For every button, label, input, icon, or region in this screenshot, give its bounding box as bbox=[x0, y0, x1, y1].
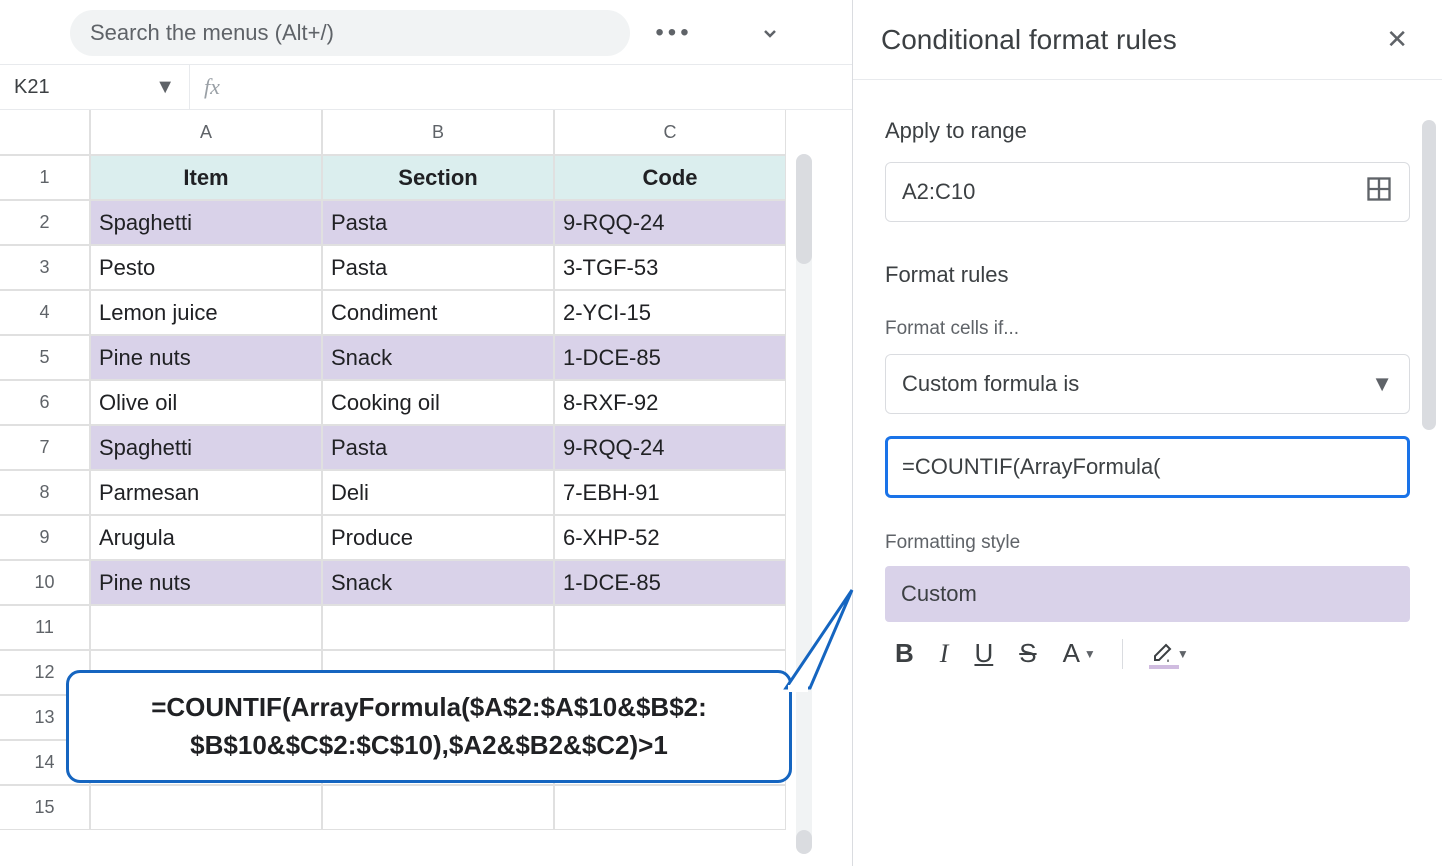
apply-range-label: Apply to range bbox=[885, 118, 1410, 144]
callout-line: $B$10&$C$2:$C$10),$A2&$B2&$C2)>1 bbox=[93, 727, 765, 765]
cell[interactable]: Spaghetti bbox=[90, 425, 322, 470]
dropdown-icon: ▼ bbox=[1177, 647, 1189, 661]
text-color-button[interactable]: A ▼ bbox=[1063, 638, 1096, 669]
conditional-format-panel: Conditional format rules ✕ Apply to rang… bbox=[852, 0, 1442, 866]
vertical-scrollbar[interactable] bbox=[796, 154, 812, 854]
more-menu-icon[interactable]: ••• bbox=[654, 13, 694, 53]
italic-button[interactable]: I bbox=[940, 639, 949, 669]
cells-if-label: Format cells if... bbox=[885, 318, 1410, 340]
close-icon[interactable]: ✕ bbox=[1380, 18, 1414, 61]
custom-formula-input[interactable]: =COUNTIF(ArrayFormula( bbox=[885, 436, 1410, 498]
range-value: A2:C10 bbox=[902, 179, 975, 205]
cell[interactable]: 9-RQQ-24 bbox=[554, 425, 786, 470]
row-header[interactable]: 8 bbox=[0, 470, 90, 515]
cell[interactable]: Produce bbox=[322, 515, 554, 560]
cell[interactable] bbox=[554, 785, 786, 830]
cell[interactable]: 9-RQQ-24 bbox=[554, 200, 786, 245]
cell[interactable]: 7-EBH-91 bbox=[554, 470, 786, 515]
condition-value: Custom formula is bbox=[902, 371, 1079, 397]
select-range-icon[interactable] bbox=[1365, 175, 1393, 209]
row-header[interactable]: 1 bbox=[0, 155, 90, 200]
dropdown-icon: ▼ bbox=[1084, 647, 1096, 661]
select-all-corner[interactable] bbox=[0, 110, 90, 155]
cell[interactable]: Pasta bbox=[322, 425, 554, 470]
row-header[interactable]: 5 bbox=[0, 335, 90, 380]
cell[interactable]: Olive oil bbox=[90, 380, 322, 425]
row-header[interactable]: 15 bbox=[0, 785, 90, 830]
cell[interactable]: 3-TGF-53 bbox=[554, 245, 786, 290]
panel-title: Conditional format rules bbox=[881, 24, 1177, 56]
format-rules-label: Format rules bbox=[885, 262, 1410, 288]
row-header[interactable]: 6 bbox=[0, 380, 90, 425]
cell[interactable]: Snack bbox=[322, 335, 554, 380]
cell[interactable] bbox=[322, 605, 554, 650]
cell[interactable]: 2-YCI-15 bbox=[554, 290, 786, 335]
cell[interactable]: Pine nuts bbox=[90, 335, 322, 380]
formula-callout: =COUNTIF(ArrayFormula($A$2:$A$10&$B$2: $… bbox=[66, 670, 792, 783]
row-header[interactable]: 4 bbox=[0, 290, 90, 335]
cell[interactable]: Section bbox=[322, 155, 554, 200]
column-header[interactable]: A bbox=[90, 110, 322, 155]
strikethrough-button[interactable]: S bbox=[1019, 638, 1036, 669]
dropdown-icon: ▼ bbox=[155, 76, 175, 99]
dropdown-icon: ▼ bbox=[1371, 371, 1393, 397]
cell[interactable]: Item bbox=[90, 155, 322, 200]
scrollbar-thumb[interactable] bbox=[796, 154, 812, 264]
cell[interactable]: Pasta bbox=[322, 200, 554, 245]
column-header[interactable]: B bbox=[322, 110, 554, 155]
cell[interactable]: Deli bbox=[322, 470, 554, 515]
callout-line: =COUNTIF(ArrayFormula($A$2:$A$10&$B$2: bbox=[93, 689, 765, 727]
name-box-value: K21 bbox=[14, 76, 50, 99]
fx-icon: fx bbox=[190, 74, 234, 100]
cell[interactable]: Snack bbox=[322, 560, 554, 605]
fill-color-button[interactable]: ▼ bbox=[1149, 642, 1189, 666]
cell[interactable]: Parmesan bbox=[90, 470, 322, 515]
condition-select[interactable]: Custom formula is ▼ bbox=[885, 354, 1410, 414]
cell[interactable] bbox=[554, 605, 786, 650]
cell[interactable]: Pesto bbox=[90, 245, 322, 290]
cell[interactable]: Condiment bbox=[322, 290, 554, 335]
panel-scrollbar[interactable] bbox=[1422, 120, 1436, 840]
cell[interactable]: Pasta bbox=[322, 245, 554, 290]
callout-tail bbox=[772, 584, 862, 694]
cell[interactable]: Code bbox=[554, 155, 786, 200]
column-header[interactable]: C bbox=[554, 110, 786, 155]
cell[interactable]: 6-XHP-52 bbox=[554, 515, 786, 560]
cell[interactable] bbox=[90, 605, 322, 650]
cell[interactable] bbox=[90, 785, 322, 830]
cell[interactable]: 1-DCE-85 bbox=[554, 560, 786, 605]
cell[interactable]: 8-RXF-92 bbox=[554, 380, 786, 425]
cell[interactable]: Cooking oil bbox=[322, 380, 554, 425]
cell[interactable]: 1-DCE-85 bbox=[554, 335, 786, 380]
cell[interactable]: Pine nuts bbox=[90, 560, 322, 605]
row-header[interactable]: 3 bbox=[0, 245, 90, 290]
row-header[interactable]: 10 bbox=[0, 560, 90, 605]
cell[interactable]: Spaghetti bbox=[90, 200, 322, 245]
menu-search-input[interactable]: Search the menus (Alt+/) bbox=[70, 10, 630, 56]
cell[interactable] bbox=[322, 785, 554, 830]
formatting-style-label: Formatting style bbox=[885, 532, 1410, 554]
collapse-toolbar-icon[interactable] bbox=[750, 13, 790, 53]
row-header[interactable]: 11 bbox=[0, 605, 90, 650]
name-box[interactable]: K21 ▼ bbox=[0, 65, 190, 109]
bold-button[interactable]: B bbox=[895, 638, 914, 669]
cell[interactable]: Lemon juice bbox=[90, 290, 322, 335]
underline-button[interactable]: U bbox=[974, 638, 993, 669]
row-header[interactable]: 7 bbox=[0, 425, 90, 470]
divider bbox=[1122, 639, 1123, 669]
style-preview[interactable]: Custom bbox=[885, 566, 1410, 622]
cell[interactable]: Arugula bbox=[90, 515, 322, 560]
range-input[interactable]: A2:C10 bbox=[885, 162, 1410, 222]
scrollbar-thumb[interactable] bbox=[796, 830, 812, 854]
formula-value: =COUNTIF(ArrayFormula( bbox=[902, 454, 1161, 480]
scrollbar-thumb[interactable] bbox=[1422, 120, 1436, 430]
row-header[interactable]: 2 bbox=[0, 200, 90, 245]
row-header[interactable]: 9 bbox=[0, 515, 90, 560]
